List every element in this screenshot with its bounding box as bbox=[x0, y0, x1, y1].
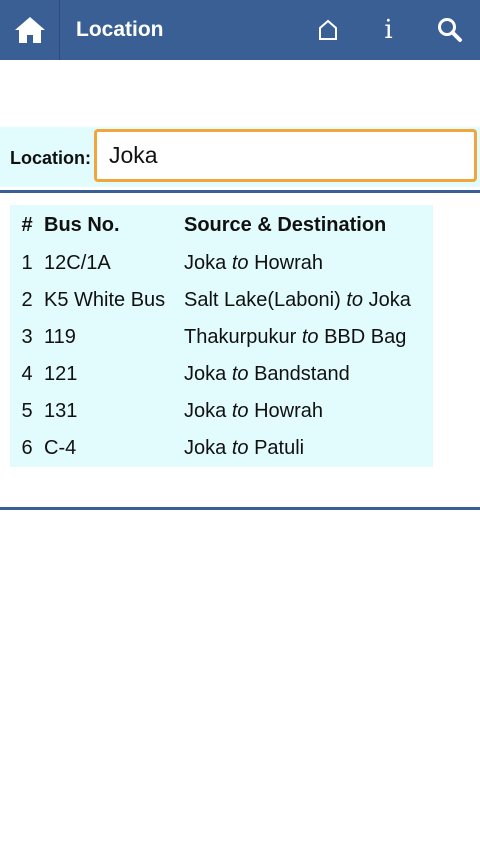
bus-number: 131 bbox=[44, 400, 78, 422]
column-header-bus-no: Bus No. bbox=[44, 213, 120, 236]
bus-number: C-4 bbox=[44, 437, 77, 459]
info-button[interactable]: i bbox=[358, 0, 419, 60]
column-header-route: Source & Destination bbox=[184, 213, 387, 236]
results-table: # Bus No. Source & Destination 1 12C/1A Jo… bbox=[10, 205, 433, 467]
divider bbox=[0, 190, 480, 193]
row-number: 1 bbox=[21, 252, 33, 274]
row-number: 5 bbox=[21, 400, 33, 422]
table-header-row: # Bus No. Source & Destination bbox=[10, 205, 433, 245]
search-button[interactable] bbox=[419, 0, 480, 60]
row-number: 4 bbox=[21, 363, 33, 385]
location-label: Location: bbox=[10, 148, 91, 168]
home-outline-icon bbox=[318, 19, 337, 40]
route: Joka to Bandstand bbox=[184, 356, 433, 393]
route: Joka to Patuli bbox=[184, 430, 433, 467]
route-source: Joka bbox=[184, 437, 227, 459]
divider bbox=[0, 507, 480, 510]
search-icon bbox=[437, 18, 462, 42]
route-connector: to bbox=[231, 437, 249, 459]
route-destination: BBD Bag bbox=[324, 326, 407, 348]
table-row[interactable]: 2 K5 White Bus Salt Lake(Laboni) to Joka bbox=[10, 282, 433, 319]
route-destination: Bandstand bbox=[254, 363, 350, 385]
app-header: Location i bbox=[0, 0, 480, 60]
route-source: Salt Lake(Laboni) bbox=[184, 289, 341, 311]
route-source: Joka bbox=[184, 363, 227, 385]
table-row[interactable]: 4 121 Joka to Bandstand bbox=[10, 356, 433, 393]
route-connector: to bbox=[301, 326, 319, 348]
info-icon: i bbox=[384, 15, 393, 45]
route-source: Joka bbox=[184, 252, 227, 274]
row-number: 3 bbox=[21, 326, 33, 348]
table-row[interactable]: 1 12C/1A Joka to Howrah bbox=[10, 245, 433, 282]
route-source: Thakurpukur bbox=[184, 326, 297, 348]
column-header-number: # bbox=[21, 213, 33, 236]
route: Thakurpukur to BBD Bag bbox=[184, 319, 433, 356]
bus-number: K5 White Bus bbox=[44, 289, 166, 311]
route-destination: Howrah bbox=[254, 400, 323, 422]
route-destination: Patuli bbox=[254, 437, 305, 459]
route-connector: to bbox=[346, 289, 364, 311]
route: Salt Lake(Laboni) to Joka bbox=[184, 282, 433, 319]
table-row[interactable]: 5 131 Joka to Howrah bbox=[10, 393, 433, 430]
route-source: Joka bbox=[184, 400, 227, 422]
route-destination: Joka bbox=[368, 289, 411, 311]
bus-number: 12C/1A bbox=[44, 252, 111, 274]
route-connector: to bbox=[231, 400, 249, 422]
route-destination: Howrah bbox=[254, 252, 323, 274]
bus-number: 119 bbox=[44, 326, 76, 348]
row-number: 6 bbox=[21, 437, 33, 459]
row-number: 2 bbox=[21, 289, 33, 311]
route-connector: to bbox=[231, 363, 249, 385]
location-search-input[interactable] bbox=[94, 129, 477, 182]
route: Joka to Howrah bbox=[184, 393, 433, 430]
table-row[interactable]: 3 119 Thakurpukur to BBD Bag bbox=[10, 319, 433, 356]
home-button[interactable] bbox=[0, 0, 60, 60]
bus-number: 121 bbox=[44, 363, 78, 385]
table-row[interactable]: 6 C-4 Joka to Patuli bbox=[10, 430, 433, 467]
home-icon bbox=[14, 17, 45, 43]
page-title: Location bbox=[76, 18, 164, 41]
home-outline-button[interactable] bbox=[297, 0, 358, 60]
route: Joka to Howrah bbox=[184, 245, 433, 282]
route-connector: to bbox=[231, 252, 249, 274]
